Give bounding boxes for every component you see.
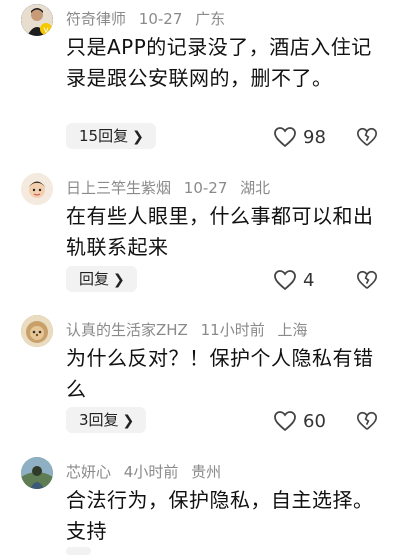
comment-location: 广东	[195, 10, 226, 28]
comment-location: 上海	[277, 321, 308, 339]
dislike-button[interactable]	[356, 126, 378, 148]
comment-date: 11小时前	[200, 321, 265, 339]
avatar[interactable]	[21, 173, 53, 205]
comment-item: 芯妍心 4小时前 贵州 合法行为，保护隐私，自主选择。支持	[0, 457, 400, 555]
comment-meta: 符奇律师 10-27 广东	[66, 8, 233, 29]
like-count: 60	[303, 410, 326, 432]
chevron-right-icon: ❯	[122, 413, 135, 429]
view-replies-button[interactable]: 3回复 ❯	[66, 407, 147, 433]
reply-count-label: 3回复	[79, 411, 119, 429]
like-count: 4	[303, 269, 315, 291]
reply-button[interactable]: 回复 ❯	[66, 266, 137, 292]
heart-icon	[274, 411, 296, 432]
comment-date: 4小时前	[123, 463, 179, 481]
broken-heart-icon	[357, 411, 377, 430]
username[interactable]: 符奇律师	[66, 10, 126, 28]
comment-text: 合法行为，保护隐私，自主选择。支持	[66, 488, 374, 543]
avatar[interactable]	[21, 457, 53, 489]
username[interactable]: 芯妍心	[66, 463, 111, 481]
comment-item: 日上三竿生紫烟 10-27 湖北 在有些人眼里，什么事都可以和出轨联系起来 回复…	[0, 173, 400, 303]
comment-meta: 日上三竿生紫烟 10-27 湖北	[66, 177, 278, 198]
avatar[interactable]: v	[21, 4, 53, 36]
like-count: 98	[303, 126, 326, 148]
reply-count-label: 15回复	[79, 127, 129, 145]
comment-text: 为什么反对？！保护个人隐私有错么	[66, 346, 374, 401]
comment-date: 10-27	[138, 10, 183, 28]
reply-button[interactable]	[66, 547, 91, 555]
comment-text: 只是APP的记录没了，酒店入住记录是跟公安联网的，删不了。	[66, 35, 372, 90]
username[interactable]: 日上三竿生紫烟	[66, 179, 171, 197]
like-button[interactable]: 60	[273, 408, 326, 434]
broken-heart-icon	[357, 127, 377, 146]
username[interactable]: 认真的生活家ZHZ	[66, 321, 188, 339]
comment-meta: 认真的生活家ZHZ 11小时前 上海	[66, 319, 316, 340]
comment-location: 贵州	[191, 463, 222, 481]
comment-meta: 芯妍心 4小时前 贵州	[66, 461, 229, 482]
svg-text:v: v	[43, 26, 49, 36]
comment-text: 在有些人眼里，什么事都可以和出轨联系起来	[66, 204, 374, 259]
dislike-button[interactable]	[356, 269, 378, 291]
chevron-right-icon: ❯	[132, 129, 144, 145]
comment-item: v 符奇律师 10-27 广东 只是APP的记录没了，酒店入住记录是跟公安联网的…	[0, 4, 400, 154]
like-button[interactable]: 4	[273, 267, 314, 293]
chevron-right-icon: ❯	[113, 272, 125, 288]
heart-icon	[274, 270, 296, 291]
reply-label: 回复	[79, 270, 110, 288]
dislike-button[interactable]	[356, 410, 378, 432]
like-button[interactable]: 98	[273, 124, 326, 150]
avatar[interactable]	[21, 315, 53, 347]
comment-item: 认真的生活家ZHZ 11小时前 上海 为什么反对？！保护个人隐私有错么 3回复 ❯…	[0, 315, 400, 445]
broken-heart-icon	[357, 270, 377, 289]
heart-icon	[274, 127, 296, 148]
comment-location: 湖北	[240, 179, 271, 197]
view-replies-button[interactable]: 15回复 ❯	[66, 123, 156, 149]
comment-date: 10-27	[183, 179, 228, 197]
